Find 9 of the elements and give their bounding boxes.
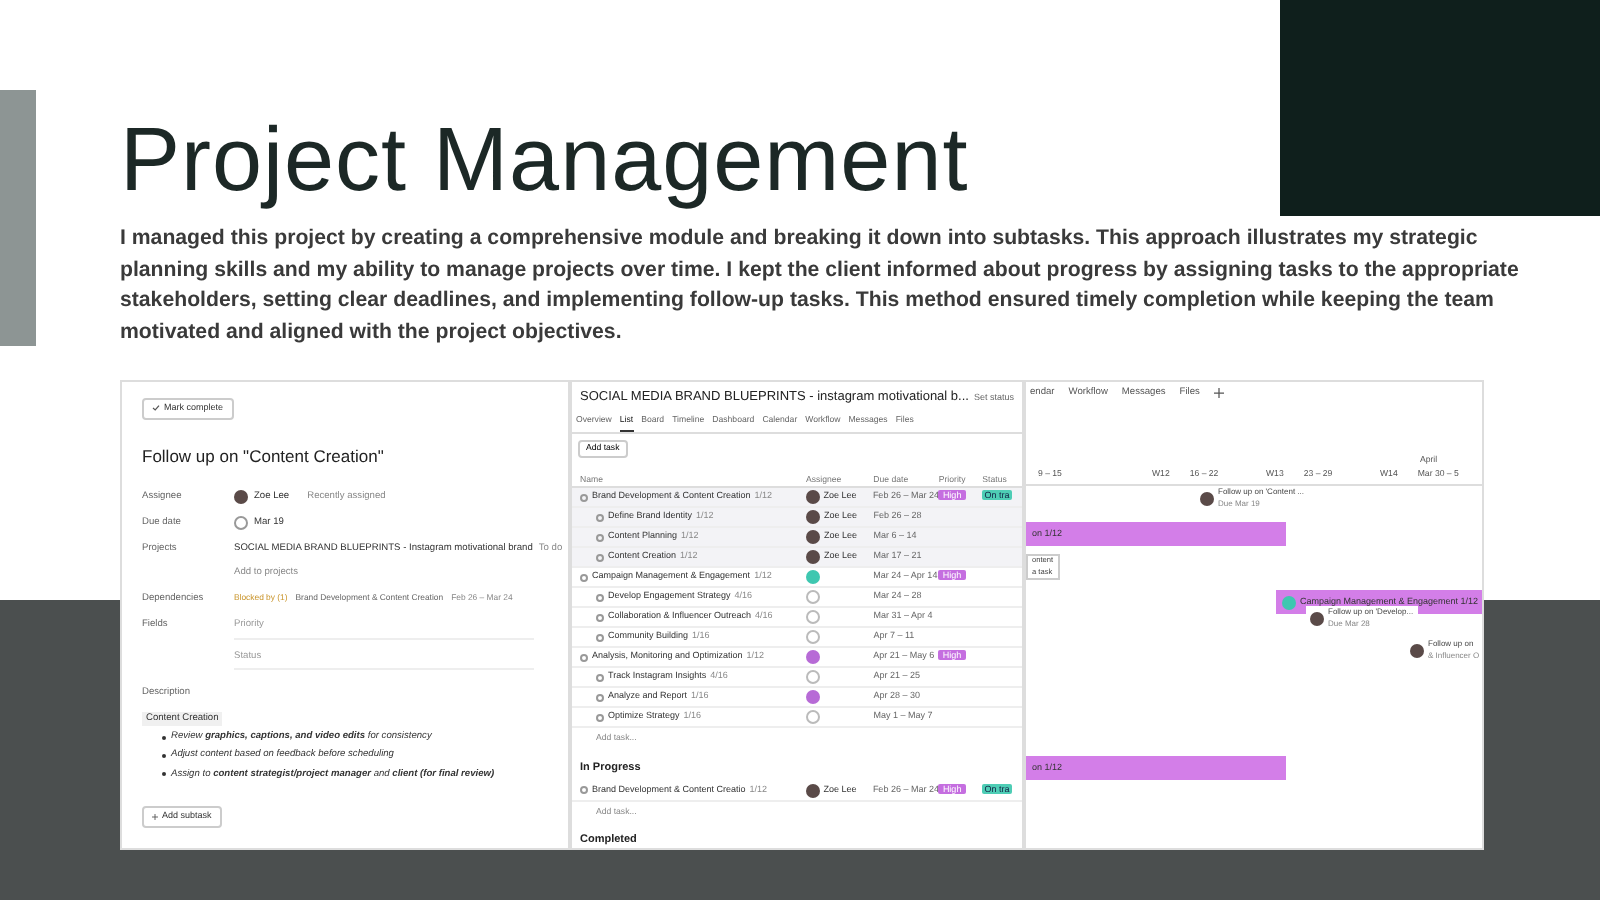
page-title: Project Management bbox=[120, 112, 971, 208]
calendar-icon bbox=[234, 515, 248, 530]
description-paragraph: I managed this project by creating a comprehensive module and breaking it down into subtasks. This approach illustrates my strategic planning skills and my ability to manage projects over time. I kept the client informed about progress by assigning tasks to the appropriate stakeholders, setting clear deadlines, and implementing follow-up tasks. This method ensured timely completion while keeping the team motivated and aligned with the project objectives. bbox=[120, 224, 1521, 347]
avatar-icon bbox=[234, 489, 248, 504]
avatar-icon bbox=[1200, 491, 1214, 505]
task-title: Follow up on "Content Creation" bbox=[142, 443, 386, 469]
plus-icon bbox=[152, 814, 158, 821]
add-icon[interactable] bbox=[1213, 388, 1224, 399]
avatar-icon bbox=[1410, 643, 1424, 657]
